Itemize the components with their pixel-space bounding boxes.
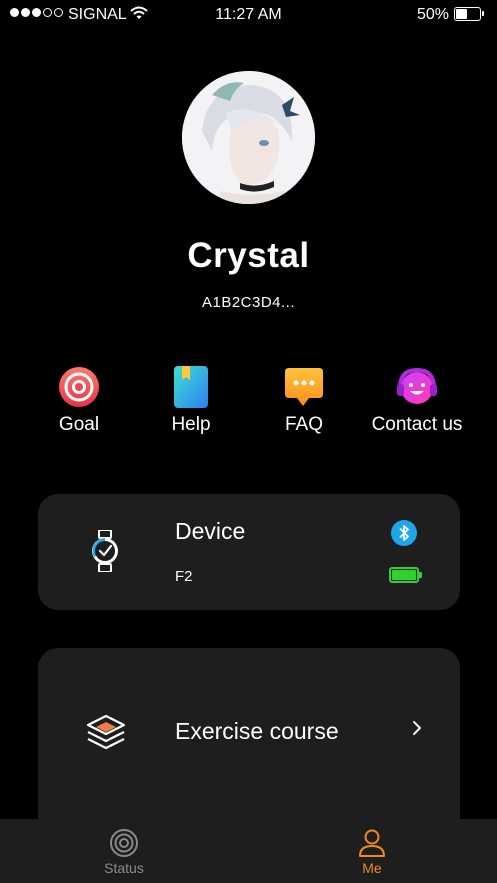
faq-button[interactable]: FAQ (244, 366, 364, 436)
user-id: A1B2C3D4... (201, 294, 296, 311)
faq-label: FAQ (284, 414, 323, 435)
headset-icon (397, 367, 437, 404)
tab-me[interactable]: Me (302, 828, 442, 876)
avatar[interactable] (182, 71, 315, 204)
status-rings-icon (110, 829, 138, 857)
tab-me-label: Me (362, 860, 382, 876)
target-icon (59, 367, 99, 407)
user-name: Crystal (187, 236, 310, 275)
exercise-course-card[interactable]: Exercise course (38, 648, 460, 838)
chevron-right-icon (413, 721, 421, 735)
battery-percent: 50% (416, 6, 449, 23)
goal-button[interactable]: Goal (19, 366, 139, 436)
smartwatch-icon (92, 530, 118, 572)
tab-status[interactable]: Status (54, 828, 194, 876)
battery-icon (454, 7, 484, 21)
help-button[interactable]: Help (131, 366, 251, 436)
tab-status-label: Status (104, 860, 144, 876)
layers-icon (86, 714, 126, 750)
book-icon (174, 366, 208, 408)
device-title: Device (175, 518, 246, 544)
user-icon (359, 829, 385, 857)
goal-label: Goal (58, 414, 100, 435)
help-label: Help (171, 414, 211, 435)
device-model: F2 (175, 568, 193, 585)
bluetooth-icon (391, 520, 417, 546)
device-battery-icon (389, 567, 422, 583)
device-card[interactable]: Device F2 (38, 494, 460, 610)
contact-us-button[interactable]: Contact us (357, 366, 477, 436)
status-bar: SIGNAL 11:27 AM 50% (0, 0, 497, 30)
exercise-course-title: Exercise course (175, 718, 339, 744)
contact-us-label: Contact us (371, 414, 463, 435)
chat-bubble-icon (285, 368, 323, 406)
tab-bar: Status Me (0, 819, 497, 883)
